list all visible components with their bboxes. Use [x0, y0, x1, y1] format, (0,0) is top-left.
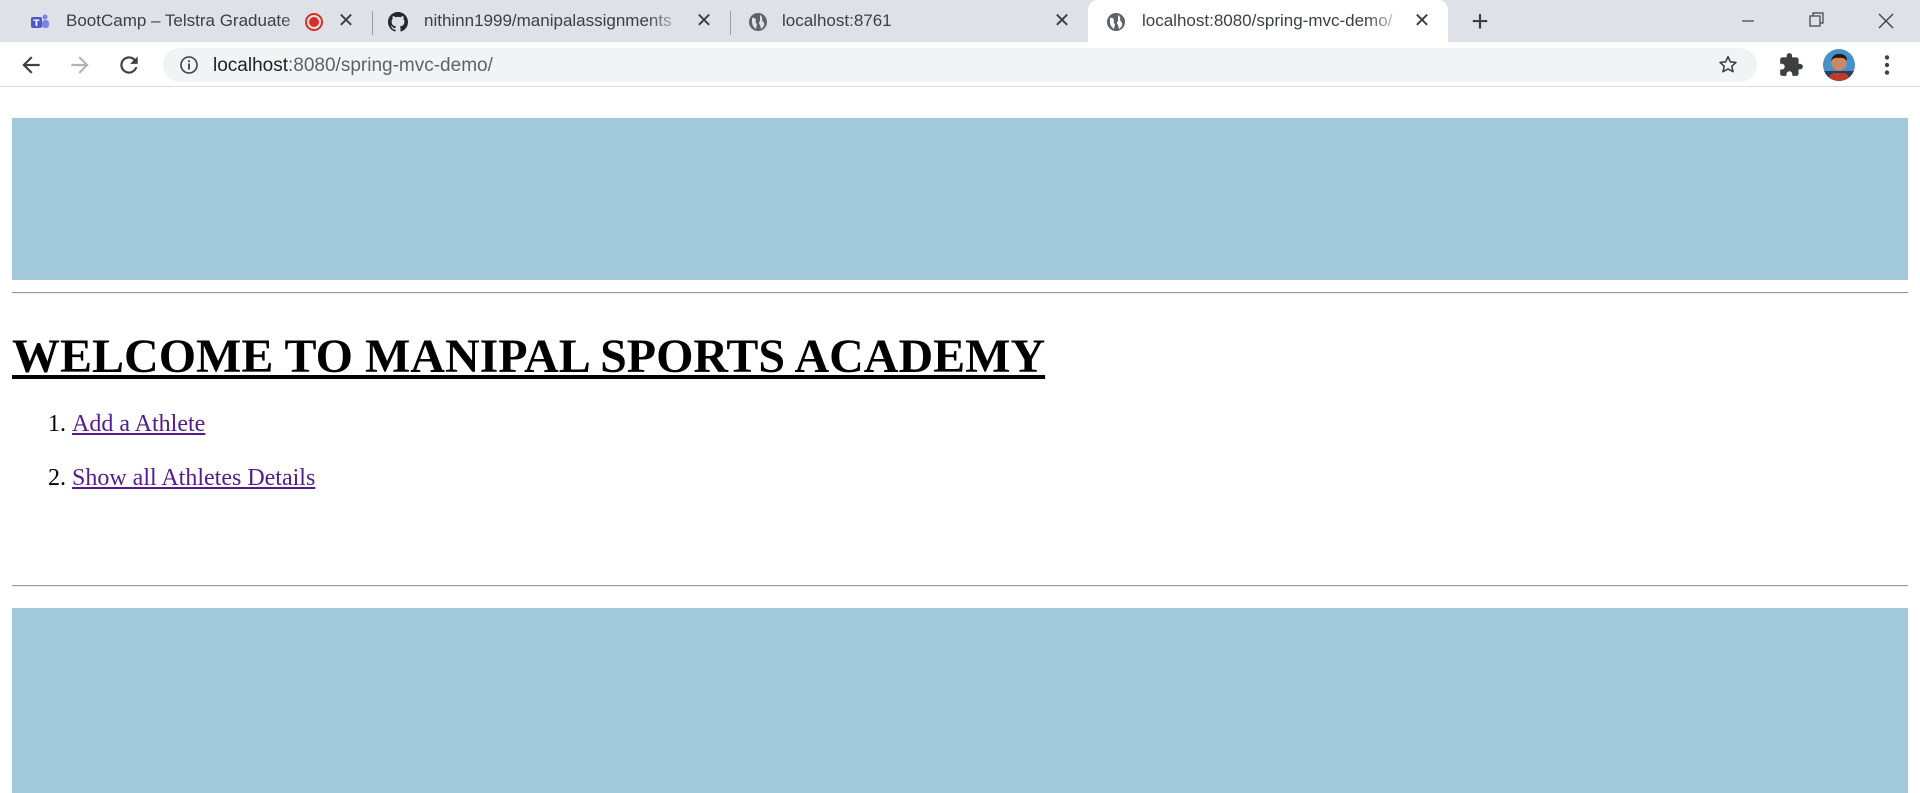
- tab-title: nithinn1999/manipalassignments: [424, 11, 672, 30]
- extensions-puzzle-icon[interactable]: [1778, 52, 1804, 78]
- tab-bootcamp[interactable]: T BootCamp – Telstra Graduate ✕: [18, 0, 368, 42]
- profile-avatar[interactable]: [1823, 49, 1855, 81]
- footer-banner: [12, 608, 1908, 793]
- new-tab-button[interactable]: +: [1466, 7, 1494, 37]
- url-path: :8080/spring-mvc-demo/: [288, 55, 493, 76]
- tab-title: localhost:8080/spring-mvc-demo/: [1142, 11, 1393, 30]
- tab-title-fade: [1366, 8, 1406, 36]
- bookmark-star-icon[interactable]: [1717, 54, 1739, 76]
- restore-window-icon[interactable]: [1796, 6, 1836, 36]
- teams-icon: T: [31, 14, 49, 29]
- add-athlete-link[interactable]: Add a Athlete: [72, 409, 205, 439]
- browser-tabstrip: T BootCamp – Telstra Graduate ✕ nithinn1…: [0, 0, 1920, 42]
- tab-github[interactable]: nithinn1999/manipalassignments ✕: [376, 0, 726, 42]
- back-arrow-icon[interactable]: [18, 52, 44, 78]
- show-athletes-link[interactable]: Show all Athletes Details: [72, 463, 315, 493]
- tab-title: BootCamp – Telstra Graduate: [66, 11, 291, 30]
- close-tab-icon[interactable]: ✕: [1412, 11, 1432, 31]
- tab-title: localhost:8761: [782, 11, 892, 30]
- close-tab-icon[interactable]: ✕: [1052, 11, 1072, 31]
- browser-toolbar: localhost:8080/spring-mvc-demo/: [0, 42, 1920, 87]
- globe-icon: [1107, 13, 1125, 31]
- globe-icon: [749, 13, 767, 31]
- svg-text:T: T: [33, 19, 40, 29]
- close-window-icon[interactable]: [1866, 6, 1906, 36]
- address-bar[interactable]: localhost:8080/spring-mvc-demo/: [163, 48, 1757, 82]
- header-divider: [12, 292, 1908, 294]
- more-menu-icon[interactable]: [1874, 52, 1900, 78]
- tab-title-fade: [646, 8, 686, 36]
- page-title: WELCOME TO MANIPAL SPORTS ACADEMY: [12, 330, 1046, 383]
- reload-icon[interactable]: [116, 52, 142, 78]
- url-text[interactable]: localhost:8080/spring-mvc-demo/: [213, 55, 493, 77]
- minimize-window-icon[interactable]: [1728, 6, 1768, 36]
- page-content: WELCOME TO MANIPAL SPORTS ACADEMY 1. Add…: [0, 87, 1920, 793]
- list-number: 1.: [48, 411, 66, 437]
- tab-localhost-8761[interactable]: localhost:8761 ✕: [734, 0, 1084, 42]
- forward-arrow-icon[interactable]: [67, 52, 93, 78]
- close-tab-icon[interactable]: ✕: [336, 11, 356, 31]
- list-number: 2.: [48, 465, 66, 491]
- url-host: localhost: [213, 55, 288, 76]
- footer-divider: [12, 585, 1908, 587]
- tab-spring-mvc-demo[interactable]: localhost:8080/spring-mvc-demo/ ✕: [1088, 0, 1448, 42]
- tab-separator: [372, 11, 373, 35]
- site-info-icon[interactable]: [179, 55, 199, 75]
- header-banner: [12, 118, 1908, 280]
- recording-indicator-icon: [305, 13, 323, 31]
- tab-separator: [730, 11, 731, 35]
- close-tab-icon[interactable]: ✕: [694, 11, 714, 31]
- github-icon: [388, 12, 408, 32]
